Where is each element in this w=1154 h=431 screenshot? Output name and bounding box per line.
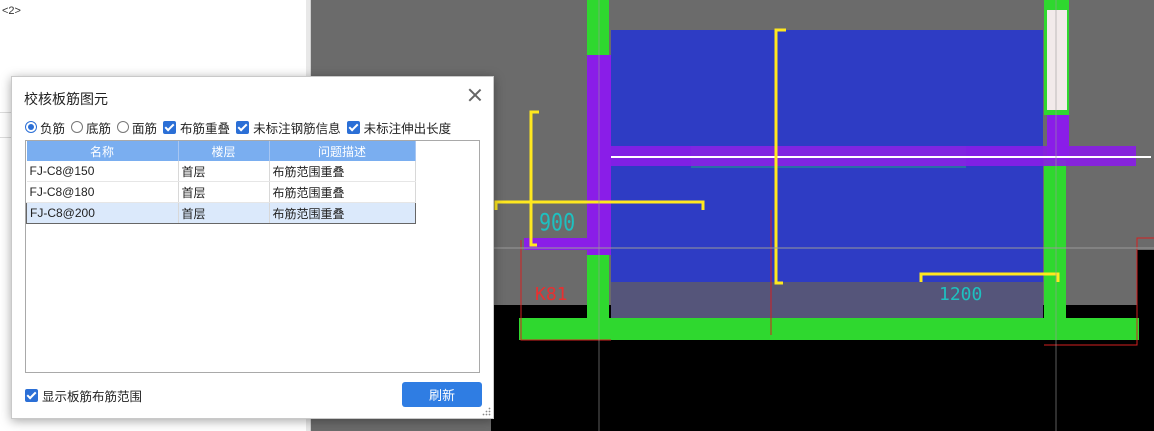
floor-indicator: <2> <box>2 5 21 17</box>
cell-description: 布筋范围重叠 <box>269 181 416 203</box>
cell-description: 布筋范围重叠 <box>269 202 416 224</box>
column-header-description[interactable]: 问题描述 <box>269 141 416 161</box>
table-row[interactable]: FJ-C8@150 首层 布筋范围重叠 <box>26 161 416 182</box>
dim-label-900: 900 <box>539 209 575 237</box>
check-slab-rebar-dialog: 校核板筋图元 负筋 底筋 面筋 布筋重叠 未标注钢筋信息 未标注伸出长度 名称 … <box>11 76 494 419</box>
radio-icon[interactable] <box>71 121 84 133</box>
checkbox-checked-icon[interactable] <box>25 389 38 402</box>
table-row-selected[interactable]: FJ-C8@200 首层 布筋范围重叠 <box>26 202 416 224</box>
radio-bottom-rebar[interactable]: 底筋 <box>71 118 111 137</box>
cell-floor: 首层 <box>178 202 270 224</box>
resize-grip-icon[interactable] <box>482 407 491 416</box>
cell-name: FJ-C8@200 <box>26 202 179 224</box>
checkbox-label: 未标注钢筋信息 <box>253 121 341 136</box>
dim-label-1200: 1200 <box>939 284 982 305</box>
cell-floor: 首层 <box>178 181 270 203</box>
checkbox-checked-icon[interactable] <box>236 120 250 134</box>
radio-label: 负筋 <box>40 121 66 136</box>
beam-right-vertical <box>1047 115 1069 160</box>
checkbox-label: 显示板筋布筋范围 <box>42 390 143 404</box>
radio-label: 面筋 <box>132 121 158 136</box>
table-row[interactable]: FJ-C8@180 首层 布筋范围重叠 <box>26 181 416 203</box>
checkbox-checked-icon[interactable] <box>346 120 360 134</box>
checkbox-overlap[interactable]: 布筋重叠 <box>163 118 230 137</box>
rebar-yellow-3 <box>529 110 539 247</box>
radio-selected-icon[interactable] <box>25 121 37 133</box>
checkbox-checked-icon[interactable] <box>163 120 177 134</box>
slab-blue <box>611 30 1043 315</box>
slab-hatch <box>1047 10 1067 110</box>
checkbox-unlabeled-length[interactable]: 未标注伸出长度 <box>346 118 452 137</box>
result-table: 名称 楼层 问题描述 FJ-C8@150 首层 布筋范围重叠 FJ-C8@180… <box>25 140 480 373</box>
cell-name: FJ-C8@150 <box>26 161 179 182</box>
column-header-floor[interactable]: 楼层 <box>178 141 270 161</box>
k-label: K81 <box>535 284 568 305</box>
checkbox-unlabeled-info[interactable]: 未标注钢筋信息 <box>236 118 341 137</box>
refresh-button[interactable]: 刷新 <box>402 382 482 407</box>
column-header-name[interactable]: 名称 <box>26 141 179 161</box>
checkbox-label: 未标注伸出长度 <box>363 121 452 136</box>
filter-options: 负筋 底筋 面筋 布筋重叠 未标注钢筋信息 未标注伸出长度 <box>25 118 457 136</box>
checkbox-label: 布筋重叠 <box>180 121 231 136</box>
cell-description: 布筋范围重叠 <box>269 161 416 182</box>
dialog-title: 校核板筋图元 <box>24 91 108 107</box>
cell-name: FJ-C8@180 <box>26 181 179 203</box>
close-icon[interactable] <box>467 87 483 103</box>
radio-icon[interactable] <box>117 121 130 133</box>
radio-negative-rebar[interactable]: 负筋 <box>25 118 65 137</box>
radio-label: 底筋 <box>86 121 112 136</box>
checkbox-show-range[interactable]: 显示板筋布筋范围 <box>25 386 142 405</box>
radio-top-rebar[interactable]: 面筋 <box>117 118 157 137</box>
wall-right <box>1044 160 1066 330</box>
black-ground-right <box>1137 250 1154 431</box>
cell-floor: 首层 <box>178 161 270 182</box>
